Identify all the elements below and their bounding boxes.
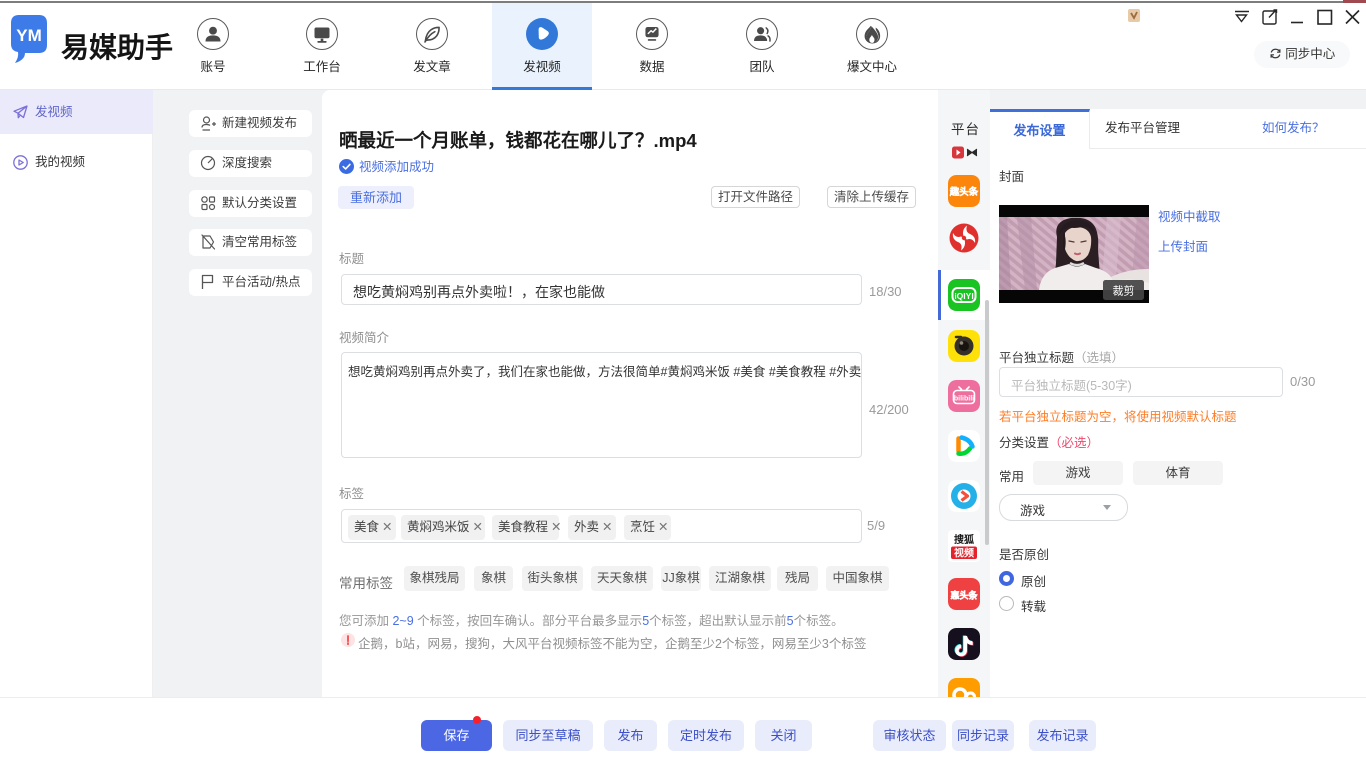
svg-text:iQIYI: iQIYI bbox=[954, 291, 973, 301]
svg-text:惠头条: 惠头条 bbox=[950, 590, 978, 601]
svg-text:YM: YM bbox=[16, 26, 42, 45]
svg-text:裁剪: 裁剪 bbox=[1113, 284, 1135, 298]
svg-text:搜狐: 搜狐 bbox=[954, 533, 974, 546]
svg-text:bilibili: bilibili bbox=[954, 396, 974, 403]
svg-text:视频: 视频 bbox=[954, 547, 974, 560]
svg-text:40: 40 bbox=[1005, 222, 1012, 228]
svg-text:趣头条: 趣头条 bbox=[949, 186, 979, 198]
